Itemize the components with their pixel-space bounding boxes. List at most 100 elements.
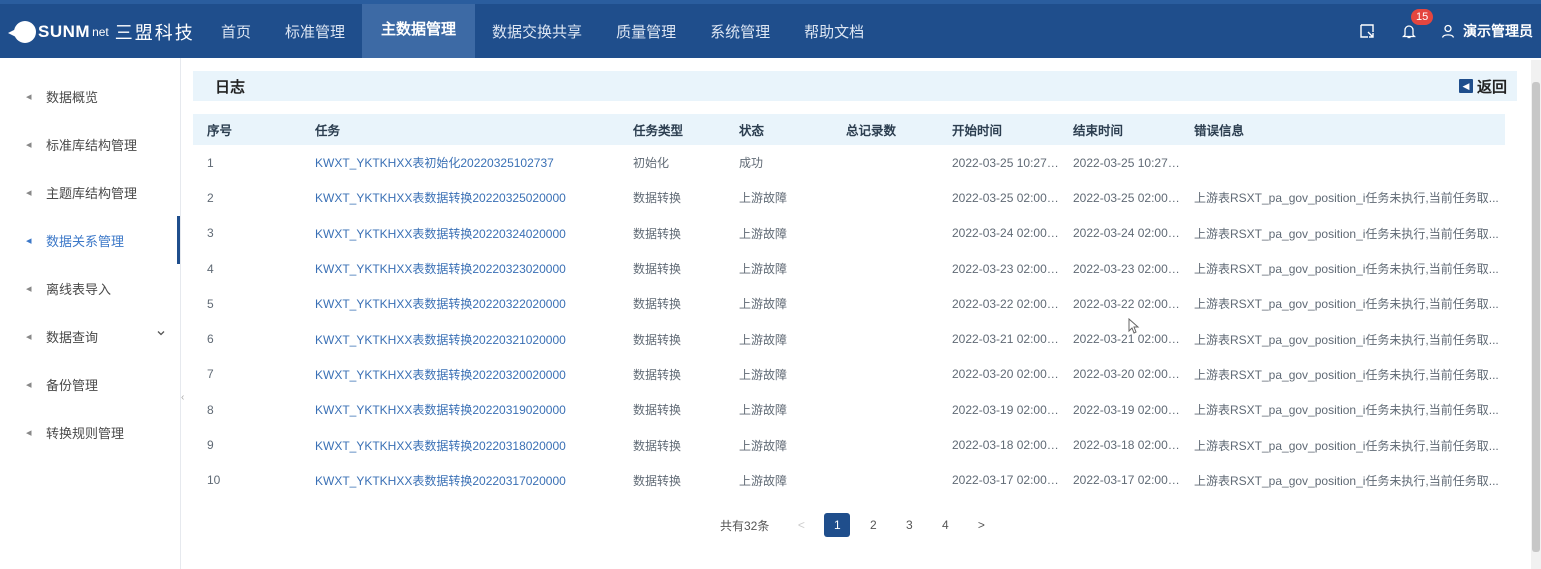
- task-link[interactable]: KWXT_YKTKHXX表数据转换20220319020000: [301, 392, 619, 427]
- table-cell: [1180, 145, 1505, 180]
- nav-item-5[interactable]: 系统管理: [693, 4, 787, 58]
- nav-item-3[interactable]: 数据交换共享: [475, 4, 599, 58]
- table-cell: [832, 427, 938, 462]
- table-cell: 9: [207, 438, 214, 453]
- table-cell: 2022-03-20 02:00:00: [1073, 367, 1180, 382]
- task-link[interactable]: KWXT_YKTKHXX表数据转换20220321020000: [301, 321, 619, 356]
- sidebar-item-3[interactable]: ◂ 数据关系管理: [0, 216, 180, 264]
- table-cell: 2022-03-23 02:00:00: [1073, 261, 1180, 276]
- table-cell: 2: [207, 190, 214, 205]
- chevron-down-icon[interactable]: [156, 328, 166, 338]
- task-link[interactable]: KWXT_YKTKHXX表数据转换20220325020000: [301, 180, 619, 215]
- table-cell: 上游故障: [739, 438, 788, 453]
- user-name: 演示管理员: [1463, 23, 1533, 39]
- next-page-button[interactable]: >: [968, 513, 994, 537]
- task-link[interactable]: KWXT_YKTKHXX表初始化20220325102737: [301, 145, 619, 180]
- column-header: 序号: [207, 124, 233, 138]
- column-header: 错误信息: [1194, 124, 1245, 138]
- bell-icon[interactable]: 15: [1399, 9, 1434, 41]
- table-cell: 2022-03-19 02:00:00: [1073, 402, 1180, 417]
- back-button[interactable]: ◀ 返回: [1458, 76, 1507, 97]
- sidebar-item-7[interactable]: ◂ 转换规则管理: [0, 408, 180, 456]
- column-header: 任务: [315, 124, 341, 138]
- logo-brand-text: SUNM: [38, 22, 91, 41]
- sidebar-item-1[interactable]: ◂ 标准库结构管理: [0, 120, 180, 168]
- task-link[interactable]: KWXT_YKTKHXX表数据转换20220323020000: [301, 251, 619, 286]
- nav-item-4[interactable]: 质量管理: [599, 4, 693, 58]
- sidebar-item-label: 备份管理: [46, 377, 99, 393]
- sidebar-item-label: 数据查询: [46, 329, 99, 345]
- table-cell: 上游表RSXT_pa_gov_position_i任务未执行,当前任务取...: [1194, 473, 1499, 488]
- table-cell: 数据转换: [633, 226, 682, 241]
- logo-mark-icon: [8, 21, 36, 43]
- table-row: 8 KWXT_YKTKHXX表数据转换20220319020000 数据转换 上游故障…: [193, 392, 1505, 427]
- page-button-4[interactable]: 4: [932, 513, 958, 537]
- main-nav: 首页 标准管理 主数据管理 数据交换共享 质量管理 系统管理 帮助文档: [204, 4, 881, 58]
- column-header: 状态: [739, 124, 765, 138]
- task-link[interactable]: KWXT_YKTKHXX表数据转换20220324020000: [301, 216, 619, 251]
- sidebar-item-label: 离线表导入: [46, 281, 112, 297]
- task-link[interactable]: KWXT_YKTKHXX表数据转换20220320020000: [301, 357, 619, 392]
- table-cell: [832, 392, 938, 427]
- page-button-1[interactable]: 1: [824, 513, 851, 537]
- table-cell: 2022-03-20 02:00:00: [952, 367, 1059, 382]
- table-cell: 2022-03-24 02:00:00: [1073, 226, 1180, 241]
- table-cell: 1: [207, 155, 214, 170]
- back-label: 返回: [1476, 78, 1507, 96]
- brand-logo[interactable]: SUNM net 三盟科技: [8, 14, 195, 50]
- sidebar-item-0[interactable]: ◂ 数据概览: [0, 72, 180, 120]
- nav-item-0[interactable]: 首页: [204, 4, 268, 58]
- sidebar-item-2[interactable]: ◂ 主题库结构管理: [0, 168, 180, 216]
- sidebar-item-4[interactable]: ◂ 离线表导入: [0, 264, 180, 312]
- sidebar-item-label: 数据概览: [46, 89, 99, 105]
- table-cell: 上游表RSXT_pa_gov_position_i任务未执行,当前任务取...: [1194, 367, 1499, 382]
- table-cell: 数据转换: [633, 403, 682, 418]
- page-button-3[interactable]: 3: [896, 513, 922, 537]
- table-row: 10 KWXT_YKTKHXX表数据转换20220317020000 数据转换 上游故…: [193, 463, 1505, 498]
- nav-item-6[interactable]: 帮助文档: [787, 4, 881, 58]
- table-cell: 10: [207, 473, 221, 488]
- column-header: 任务类型: [633, 124, 684, 138]
- table-cell: 上游表RSXT_pa_gov_position_i任务未执行,当前任务取...: [1194, 226, 1499, 241]
- table-cell: 2022-03-24 02:00:00: [952, 226, 1059, 241]
- page-title: 日志: [215, 78, 246, 96]
- page-button-2[interactable]: 2: [860, 513, 886, 537]
- sidebar-collapse-handle[interactable]: ‹: [181, 392, 184, 403]
- back-icon: ◀: [1458, 79, 1473, 93]
- page-list: 1234: [819, 513, 963, 537]
- table-cell: 上游故障: [739, 367, 788, 382]
- pagination-total: 共有32条: [720, 518, 770, 533]
- table-cell: 2022-03-17 02:00:00: [952, 473, 1059, 488]
- nav-item-2[interactable]: 主数据管理: [362, 4, 476, 58]
- task-link[interactable]: KWXT_YKTKHXX表数据转换20220322020000: [301, 286, 619, 321]
- column-header: 开始时间: [952, 124, 1003, 138]
- page-scrollbar[interactable]: [1531, 60, 1541, 569]
- table-cell: 7: [207, 367, 214, 382]
- table-cell: 5: [207, 296, 214, 311]
- sidebar-item-6[interactable]: ◂ 备份管理: [0, 360, 180, 408]
- user-menu[interactable]: 演示管理员: [1441, 21, 1533, 41]
- top-navbar: SUNM net 三盟科技 首页 标准管理 主数据管理 数据交换共享 质量管理 系统管理帮…: [0, 0, 1541, 58]
- table-cell: 数据转换: [633, 332, 682, 347]
- task-link[interactable]: KWXT_YKTKHXX表数据转换20220318020000: [301, 427, 619, 462]
- table-cell: 上游表RSXT_pa_gov_position_i任务未执行,当前任务取...: [1194, 332, 1499, 347]
- send-arrow-icon: ◂: [26, 234, 32, 247]
- table-cell: 数据转换: [633, 438, 682, 453]
- header-actions: 15 演示管理员: [1335, 4, 1533, 58]
- fullscreen-icon[interactable]: [1357, 21, 1377, 41]
- prev-page-button[interactable]: <: [788, 513, 814, 537]
- notification-badge: 15: [1411, 9, 1434, 25]
- nav-item-1[interactable]: 标准管理: [268, 4, 362, 58]
- send-arrow-icon: ◂: [26, 330, 32, 343]
- table-row: 1 KWXT_YKTKHXX表初始化20220325102737 初始化 成功 2022…: [193, 145, 1505, 180]
- table-row: 6 KWXT_YKTKHXX表数据转换20220321020000 数据转换 上游故障…: [193, 321, 1505, 356]
- send-arrow-icon: ◂: [26, 186, 32, 199]
- task-link[interactable]: KWXT_YKTKHXX表数据转换20220317020000: [301, 463, 619, 498]
- scrollbar-thumb[interactable]: [1532, 82, 1540, 552]
- table-cell: 数据转换: [633, 367, 682, 382]
- table-cell: 上游表RSXT_pa_gov_position_i任务未执行,当前任务取...: [1194, 262, 1499, 277]
- table-row: 2 KWXT_YKTKHXX表数据转换20220325020000 数据转换 上游故障…: [193, 180, 1505, 215]
- sidebar-item-5[interactable]: ◂ 数据查询: [0, 312, 180, 360]
- main-content: 日志 ◀ 返回 序号 任务 任务类型 状态 总记录数 开始时间 结束时间 错误信息 1 KWXT…: [190, 58, 1524, 569]
- table-cell: 2022-03-25 10:27:37: [952, 155, 1059, 170]
